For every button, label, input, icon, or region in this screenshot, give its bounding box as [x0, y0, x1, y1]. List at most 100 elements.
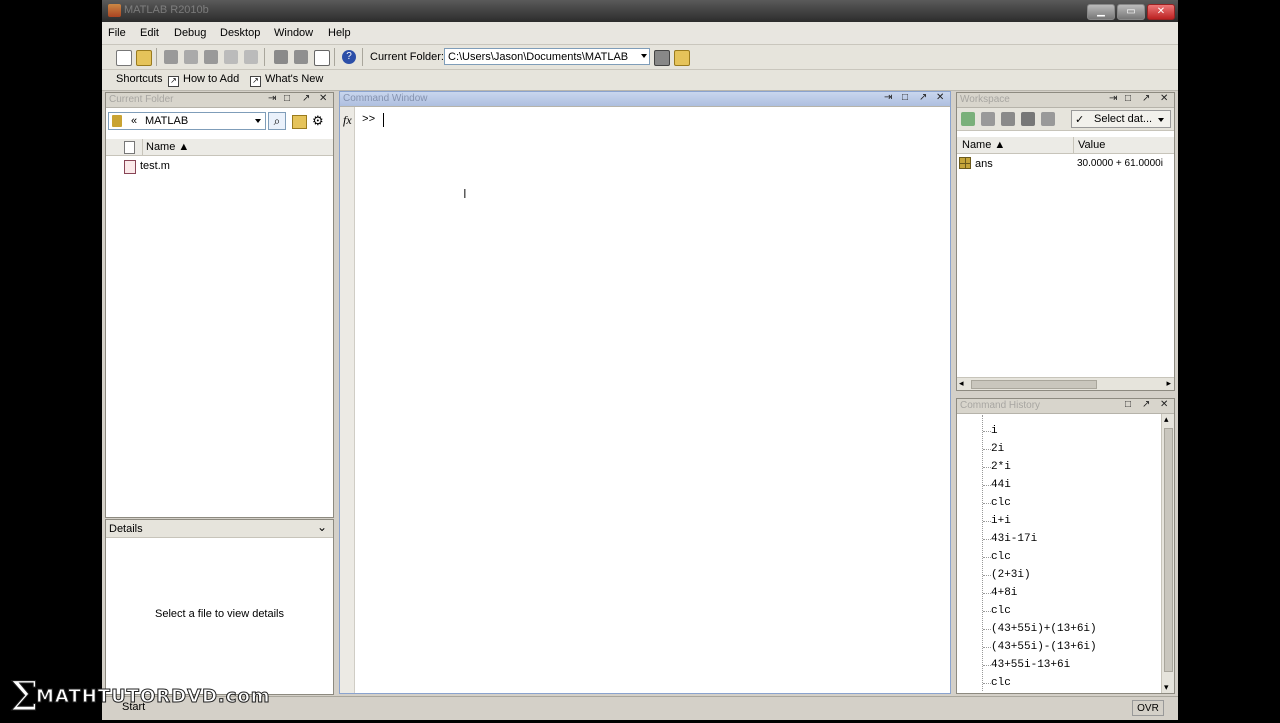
print-icon[interactable] [1021, 112, 1035, 126]
history-item[interactable]: clc [991, 551, 1011, 563]
menu-file[interactable]: File [108, 27, 126, 39]
current-folder-panel: Current Folder ⇥ □ ↗ ✕ « MATLAB ⌕ ⚙ Name… [105, 92, 334, 518]
menu-help[interactable]: Help [328, 27, 351, 39]
matrix-variable-icon [959, 157, 971, 169]
chevron-down-icon[interactable] [641, 54, 647, 58]
history-item[interactable]: (43+55i)+(13+6i) [991, 623, 1097, 635]
profiler-icon[interactable] [314, 50, 330, 66]
history-tree-branch [983, 665, 991, 666]
toolbar-separator [156, 48, 157, 66]
scroll-left-icon[interactable]: ◂ [959, 378, 964, 389]
close-button[interactable]: ✕ [1147, 4, 1175, 20]
undock-icon[interactable]: ⇥ [1109, 93, 1117, 104]
cut-icon[interactable] [164, 50, 178, 64]
history-item[interactable]: 43i-17i [991, 533, 1037, 545]
function-browser-icon[interactable]: fx [343, 113, 352, 128]
history-item[interactable]: (43+55i)-(13+6i) [991, 641, 1097, 653]
scroll-right-icon[interactable]: ▸ [1166, 378, 1171, 389]
path-crumb: « [131, 115, 138, 127]
guide-icon[interactable] [294, 50, 308, 64]
scrollbar-thumb[interactable] [971, 380, 1097, 389]
history-item[interactable]: 43+55i-13+6i [991, 659, 1070, 671]
maximize-button[interactable]: ▭ [1117, 4, 1145, 20]
history-item[interactable]: i [991, 425, 998, 437]
command-history-title-bar: Command History □ ↗ ✕ [957, 399, 1174, 414]
workspace-horizontal-scrollbar[interactable]: ◂ ▸ [957, 377, 1174, 390]
history-vertical-scrollbar[interactable]: ▴ ▾ [1161, 414, 1174, 693]
history-item[interactable]: clc [991, 605, 1011, 617]
details-header[interactable]: Details ⌄ [106, 520, 333, 538]
undock-icon[interactable]: ⇥ [884, 92, 892, 103]
history-item[interactable]: clc [991, 677, 1011, 689]
history-item[interactable]: (2+3i) [991, 569, 1031, 581]
folder-column-header[interactable]: Name ▲ [106, 139, 333, 156]
how-to-add-link[interactable]: ↗ How to Add [168, 73, 239, 87]
name-column-header[interactable]: Name ▲ [146, 141, 189, 153]
new-variable-icon[interactable] [961, 112, 975, 126]
import-data-icon[interactable] [981, 112, 995, 126]
name-column-header[interactable]: Name ▲ [962, 139, 1005, 151]
matlab-window: MATLAB R2010b ▁ ▭ ✕ File Edit Debug Desk… [102, 0, 1178, 720]
save-workspace-icon[interactable] [1001, 112, 1015, 126]
menu-window[interactable]: Window [274, 27, 313, 39]
dock-arrow-icon[interactable]: ↗ [302, 93, 310, 104]
copy-icon[interactable] [184, 50, 198, 64]
history-tree-branch [983, 557, 991, 558]
variable-row[interactable]: ans 30.0000 + 61.0000i [957, 156, 1174, 172]
column-divider [1073, 137, 1074, 153]
open-folder-icon[interactable] [136, 50, 152, 66]
whats-new-link[interactable]: ↗ What's New [250, 73, 323, 87]
value-column-header[interactable]: Value [1078, 139, 1105, 151]
command-gutter [340, 107, 355, 693]
variable-name: ans [975, 158, 993, 170]
scrollbar-thumb[interactable] [1164, 428, 1173, 672]
menu-debug[interactable]: Debug [174, 27, 206, 39]
history-item[interactable]: clc [991, 497, 1011, 509]
history-item[interactable]: 2i [991, 443, 1004, 455]
maximize-icon[interactable]: □ [284, 93, 290, 104]
history-item[interactable]: 2*i [991, 461, 1011, 473]
undo-icon[interactable] [224, 50, 238, 64]
maximize-icon[interactable]: □ [1125, 399, 1131, 410]
variable-value: 30.0000 + 61.0000i [1077, 158, 1163, 169]
menu-edit[interactable]: Edit [140, 27, 159, 39]
chevron-down-icon[interactable] [1158, 118, 1164, 122]
undock-icon[interactable]: ⇥ [268, 93, 276, 104]
dock-arrow-icon[interactable]: ↗ [1142, 93, 1150, 104]
close-icon[interactable]: ✕ [1160, 93, 1168, 104]
close-icon[interactable]: ✕ [1160, 399, 1168, 410]
current-folder-input[interactable]: C:\Users\Jason\Documents\MATLAB [444, 48, 650, 65]
maximize-icon[interactable]: □ [1125, 93, 1131, 104]
menu-desktop[interactable]: Desktop [220, 27, 260, 39]
chevron-down-icon[interactable] [255, 119, 261, 123]
search-icon[interactable]: ⌕ [268, 112, 286, 130]
minimize-button[interactable]: ▁ [1087, 4, 1115, 20]
parent-folder-icon[interactable] [674, 50, 690, 66]
paste-icon[interactable] [204, 50, 218, 64]
dock-arrow-icon[interactable]: ↗ [1142, 399, 1150, 410]
current-folder-label: Current Folder: [370, 51, 444, 63]
command-input-area[interactable] [355, 107, 950, 693]
browse-folder-icon[interactable] [654, 50, 670, 66]
close-icon[interactable]: ✕ [319, 93, 327, 104]
simulink-icon[interactable] [274, 50, 288, 64]
history-item[interactable]: i+i [991, 515, 1011, 527]
dock-arrow-icon[interactable]: ↗ [919, 92, 927, 103]
history-item[interactable]: 4+8i [991, 587, 1017, 599]
file-name: test.m [140, 160, 170, 172]
history-item[interactable]: 44i [991, 479, 1011, 491]
new-file-icon[interactable] [116, 50, 132, 66]
close-icon[interactable]: ✕ [936, 92, 944, 103]
folder-icon [112, 115, 122, 127]
chevron-down-icon[interactable]: ⌄ [317, 520, 327, 534]
select-data-dropdown[interactable]: ✓ Select dat... [1071, 110, 1171, 128]
gear-icon[interactable]: ⚙ [312, 113, 324, 129]
new-folder-icon[interactable] [292, 115, 307, 129]
folder-path-combo[interactable]: « MATLAB [108, 112, 266, 130]
scroll-up-icon[interactable]: ▴ [1164, 414, 1169, 425]
maximize-icon[interactable]: □ [902, 92, 908, 103]
redo-icon[interactable] [244, 50, 258, 64]
scroll-down-icon[interactable]: ▾ [1164, 682, 1169, 693]
help-icon[interactable]: ? [342, 50, 356, 64]
delete-variable-icon[interactable] [1041, 112, 1055, 126]
